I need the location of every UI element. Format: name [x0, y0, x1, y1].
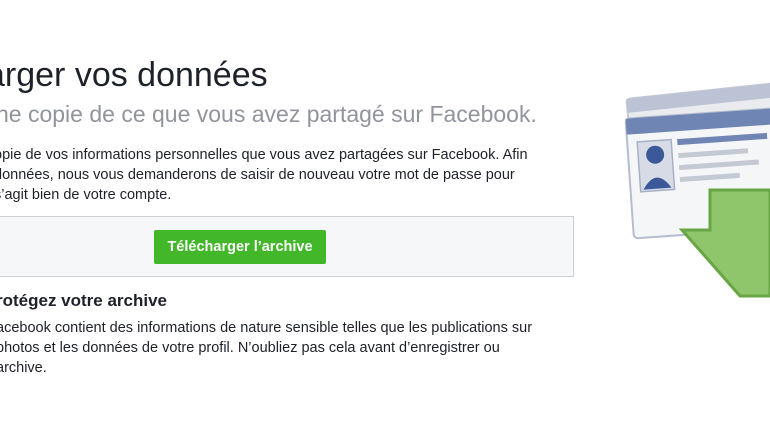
download-archive-page: arger vos données ne copie de ce que vou… — [0, 0, 770, 433]
description-line: données, nous vous demanderons de saisir… — [0, 167, 515, 183]
download-box: Télécharger l’archive — [0, 216, 574, 277]
protect-line: acebook contient des informations de nat… — [0, 320, 533, 336]
description-text: opie de vos informations personnelles qu… — [0, 145, 584, 205]
profile-card-download-icon — [620, 80, 770, 310]
protect-archive-text: acebook contient des informations de nat… — [0, 318, 596, 378]
protect-archive-heading: rotégez votre archive — [0, 291, 168, 310]
description-line: opie de vos informations personnelles qu… — [0, 147, 528, 163]
protect-line: archive. — [0, 360, 47, 376]
download-archive-button[interactable]: Télécharger l’archive — [154, 230, 326, 264]
description-line: s’agit bien de votre compte. — [0, 187, 172, 203]
page-subtitle: ne copie de ce que vous avez partagé sur… — [0, 101, 537, 127]
protect-line: photos et les données de votre profil. N… — [0, 340, 500, 356]
page-title: arger vos données — [0, 56, 268, 94]
main-content: arger vos données ne copie de ce que vou… — [0, 0, 600, 433]
